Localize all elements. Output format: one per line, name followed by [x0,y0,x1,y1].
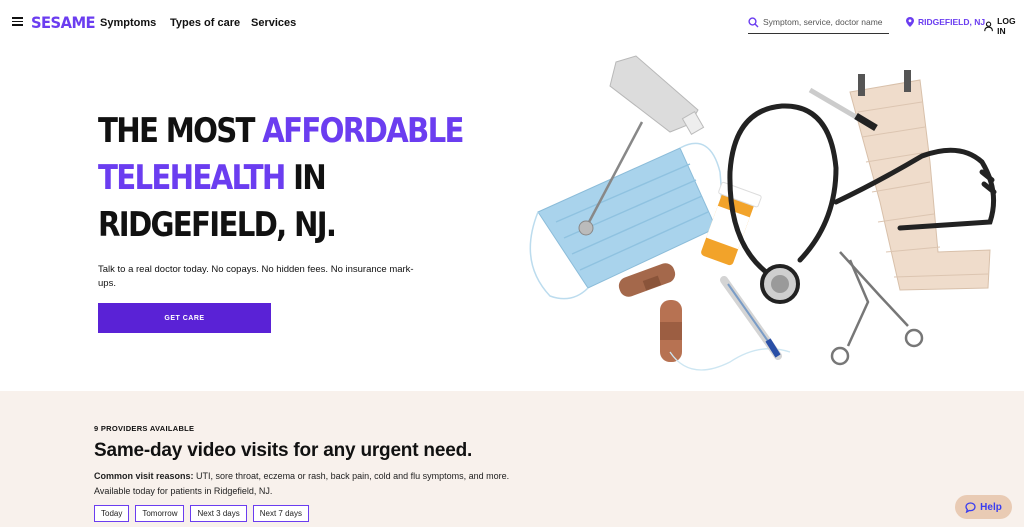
sesame-logo[interactable]: SESAME [31,13,96,32]
nav-types-of-care[interactable]: Types of care [170,17,240,29]
ointment-tube-illustration [609,55,705,135]
search-input[interactable] [763,14,887,30]
date-filter-tabs: Today Tomorrow Next 3 days Next 7 days [94,505,309,522]
get-care-button[interactable]: GET CARE [98,303,271,333]
user-icon [984,21,993,31]
nav-symptoms[interactable]: Symptoms [100,17,156,29]
help-button[interactable]: Help [955,495,1012,519]
hero-line3-text: RIDGEFIELD, NJ. [98,205,337,245]
hero-line2-text: IN [284,158,327,198]
providers-available: 9 PROVIDERS AVAILABLE [94,424,195,433]
menu-icon[interactable] [12,17,23,26]
visit-reasons-label: Common visit reasons: [94,471,194,481]
location-selector[interactable]: RIDGEFIELD, NJ [906,17,985,27]
login-label: LOG IN [997,16,1016,36]
search-box [748,13,889,34]
visit-reasons: Common visit reasons: UTI, sore throat, … [94,469,524,499]
hero-accent-telehealth: TELEHEALTH [98,158,286,198]
location-label: RIDGEFIELD, NJ [918,17,986,27]
medical-supplies-image [529,55,997,371]
login-link[interactable]: LOG IN [984,16,1024,36]
elastic-bandage-illustration [849,70,991,291]
date-tab-today[interactable]: Today [94,505,130,522]
date-tab-tomorrow[interactable]: Tomorrow [135,505,185,522]
top-navbar: SESAME Symptoms Types of care Services R… [0,0,1024,46]
hero-line1-text: THE MOST [98,111,263,151]
date-tab-next-7-days[interactable]: Next 7 days [252,505,309,522]
hero-accent-affordable: AFFORDABLE [262,111,464,151]
chat-bubble-icon [965,501,976,513]
hero-subtitle: Talk to a real doctor today. No copays. … [98,264,414,289]
date-tab-next-3-days[interactable]: Next 3 days [190,505,247,522]
help-label: Help [980,501,1002,513]
hero-title: THE MOST AFFORDABLE TELEHEALTH IN RIDGEF… [98,108,476,249]
nav-services[interactable]: Services [251,17,296,29]
location-pin-icon [906,17,914,27]
section-heading: Same-day video visits for any urgent nee… [94,440,473,461]
search-icon[interactable] [748,17,759,28]
face-mask-illustration [529,142,723,300]
